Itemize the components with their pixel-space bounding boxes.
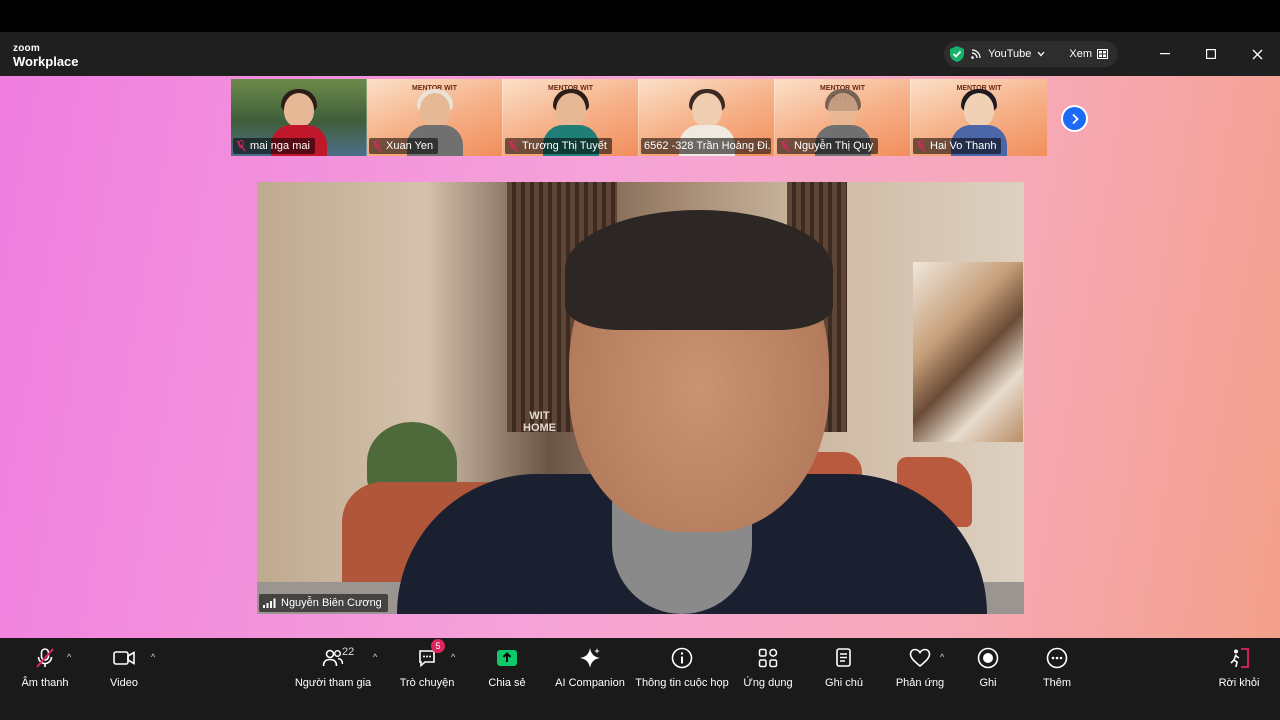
meeting-info-label: Thông tin cuộc họp	[635, 677, 729, 689]
audio-button[interactable]: Âm thanh	[21, 646, 69, 706]
speaker-name: Nguyễn Biên Cương	[281, 597, 382, 609]
apps-button[interactable]: Ứng dụng	[743, 646, 793, 706]
participant-name: Nguyễn Thị Quy	[794, 140, 874, 152]
next-page-button[interactable]	[1061, 105, 1088, 132]
mic-off-icon	[236, 140, 246, 152]
zoom-logo: zoom Workplace	[13, 43, 79, 69]
close-icon	[1252, 49, 1262, 59]
heart-icon	[909, 648, 931, 668]
stream-label: YouTube	[988, 48, 1032, 60]
participant-name-tag: Hai Vo Thanh	[913, 138, 1002, 154]
chat-options-caret[interactable]: ^	[451, 652, 455, 662]
broadcast-icon	[971, 49, 981, 59]
sparkle-icon	[580, 648, 600, 668]
background-sign: WIT HOME	[523, 410, 556, 435]
chat-unread-badge: 5	[431, 639, 445, 653]
speaker-name-tag: Nguyễn Biên Cương	[259, 594, 388, 612]
ai-companion-button[interactable]: AI Companion	[555, 646, 625, 706]
leave-label: Rời khỏi	[1218, 677, 1260, 689]
mic-off-icon	[372, 140, 382, 152]
mic-off-icon	[508, 140, 518, 152]
notes-icon	[836, 648, 851, 667]
notes-button[interactable]: Ghi chú	[825, 646, 863, 706]
participants-icon	[322, 649, 344, 667]
more-label: Thêm	[1042, 677, 1072, 689]
participant-name: 6562 -328 Trần Hoàng Đi...	[644, 140, 771, 152]
participant-name: Xuan Yen	[386, 140, 434, 152]
participants-label: Người tham gia	[294, 677, 372, 689]
signal-bars-icon	[263, 598, 276, 608]
participant-name: Hai Vo Thanh	[930, 140, 997, 152]
close-button[interactable]	[1234, 32, 1280, 76]
reactions-button[interactable]: Phản ứng	[895, 646, 945, 706]
meeting-toolbar: Âm thanh ^ Video ^ 22 Người tham gia ^ 5…	[0, 638, 1280, 720]
record-icon	[977, 647, 999, 669]
minimize-icon	[1160, 53, 1170, 55]
chat-label: Trò chuyện	[399, 677, 455, 689]
livestream-pill[interactable]: YouTube Xem	[944, 41, 1118, 67]
chevron-right-icon	[1071, 113, 1079, 124]
chevron-down-icon	[1037, 51, 1045, 57]
participant-name-tag: 6562 -328 Trần Hoàng Đi...	[641, 138, 771, 154]
participant-name: mai nga mai	[250, 140, 310, 152]
leave-door-icon	[1230, 648, 1249, 668]
view-button[interactable]: Xem	[1069, 48, 1108, 60]
maximize-button[interactable]	[1188, 32, 1234, 76]
info-icon	[671, 647, 693, 669]
notes-label: Ghi chú	[825, 677, 863, 689]
participant-name-tag: Trương Thị Tuyết	[505, 138, 612, 154]
minimize-button[interactable]	[1142, 32, 1188, 76]
brand-workplace: Workplace	[13, 54, 79, 69]
audio-options-caret[interactable]: ^	[67, 652, 71, 662]
participant-tile[interactable]: 6562 -328 Trần Hoàng Đi...	[639, 79, 775, 156]
leave-button[interactable]: Rời khỏi	[1219, 646, 1259, 706]
audio-label: Âm thanh	[21, 677, 69, 689]
grid-view-icon	[1097, 49, 1108, 59]
maximize-icon	[1206, 49, 1216, 59]
mic-off-icon	[916, 140, 926, 152]
reactions-options-caret[interactable]: ^	[940, 652, 944, 662]
record-label: Ghi	[979, 677, 997, 689]
video-label: Video	[110, 677, 138, 689]
participant-tile[interactable]: MENTOR WIT KO7 Xuan Yen	[367, 79, 503, 156]
wall-painting	[913, 262, 1023, 442]
reactions-label: Phản ứng	[895, 677, 945, 689]
meeting-stage: mai nga mai MENTOR WIT KO7 Xuan Yen MENT…	[0, 76, 1280, 638]
top-black-bar	[0, 0, 1280, 32]
mic-muted-icon	[36, 648, 54, 668]
participant-name: Trương Thị Tuyết	[522, 140, 607, 152]
ai-companion-label: AI Companion	[555, 677, 625, 689]
title-bar: zoom Workplace YouTube Xem	[0, 32, 1280, 76]
mic-off-icon	[780, 140, 790, 152]
participant-name-tag: mai nga mai	[233, 138, 315, 154]
view-label: Xem	[1069, 48, 1092, 60]
more-dots-icon	[1046, 647, 1068, 669]
participants-count: 22	[342, 646, 355, 658]
participant-strip: mai nga mai MENTOR WIT KO7 Xuan Yen MENT…	[231, 79, 1049, 156]
meeting-info-button[interactable]: Thông tin cuộc họp	[635, 646, 729, 706]
shield-check-icon	[950, 46, 965, 62]
video-button[interactable]: Video	[106, 646, 142, 706]
chat-button[interactable]: 5 Trò chuyện	[399, 639, 455, 706]
participant-name-tag: Xuan Yen	[369, 138, 439, 154]
more-button[interactable]: Thêm	[1043, 646, 1071, 706]
participant-tile[interactable]: MENTOR WIT KO7 Trương Thị Tuyết	[503, 79, 639, 156]
video-options-caret[interactable]: ^	[151, 652, 155, 662]
apps-label: Ứng dụng	[743, 677, 793, 689]
record-button[interactable]: Ghi	[976, 646, 1000, 706]
video-camera-icon	[113, 651, 135, 665]
participant-name-tag: Nguyễn Thị Quy	[777, 138, 879, 154]
participant-tile[interactable]: MENTOR WIT KO7 Hai Vo Thanh	[911, 79, 1047, 156]
brand-small: zoom	[13, 43, 40, 54]
share-screen-icon	[497, 650, 517, 666]
participant-tile[interactable]: mai nga mai	[231, 79, 367, 156]
apps-icon	[758, 648, 778, 668]
share-label: Chia sẻ	[488, 677, 526, 689]
share-screen-button[interactable]: Chia sẻ	[488, 646, 526, 706]
participants-options-caret[interactable]: ^	[373, 652, 377, 662]
active-speaker-video[interactable]: WIT HOME Nguyễn Biên Cương	[257, 182, 1024, 614]
participants-button[interactable]: 22 Người tham gia	[294, 646, 372, 706]
participant-tile[interactable]: MENTOR WIT KO7 Nguyễn Thị Quy	[775, 79, 911, 156]
